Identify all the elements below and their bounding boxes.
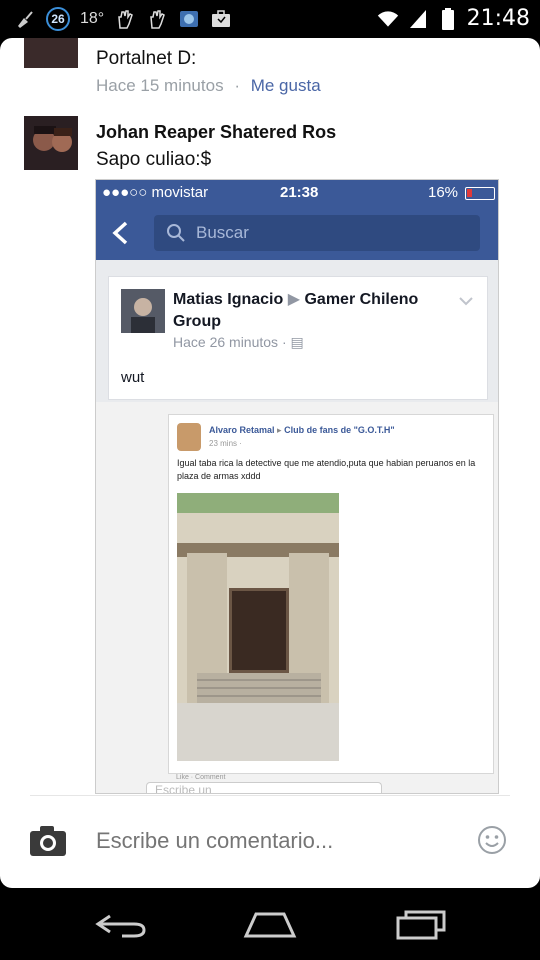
- inner-post: Alvaro Retamal ▸ Club de fans de "G.O.T.…: [168, 414, 494, 774]
- audience-icon: ▤: [290, 334, 304, 350]
- meta-separator: ·: [234, 76, 240, 95]
- status-bar: 26 18° 21:48: [0, 0, 540, 38]
- shared-screenshot: Alvaro Retamal ▸ Club de fans de "G.O.T.…: [96, 402, 498, 793]
- fb-header: ●●●○○ movistar 21:38 16% Buscar: [96, 180, 498, 260]
- inner-group: Club de fans de "G.O.T.H": [284, 425, 395, 435]
- navigation-bar: [0, 888, 540, 960]
- clock: 21:48: [466, 6, 530, 31]
- fb-post: Matias Ignacio ▶ Gamer Chileno Group Hac…: [108, 276, 488, 400]
- status-left: 26 18°: [14, 7, 232, 31]
- emoji-icon[interactable]: [477, 825, 507, 855]
- briefcase-icon: [210, 8, 232, 30]
- recent-apps-icon[interactable]: [392, 908, 448, 940]
- avatar[interactable]: [24, 116, 78, 170]
- home-icon[interactable]: [242, 908, 298, 940]
- post-arrow: ▶: [287, 291, 301, 308]
- broom-icon: [14, 8, 36, 30]
- carrier-label: ●●●○○ movistar: [102, 184, 209, 201]
- ios-clock: 21:38: [280, 184, 319, 201]
- inner-avatar: [177, 423, 201, 451]
- hand-icon: [146, 8, 168, 30]
- back-icon[interactable]: [94, 908, 150, 940]
- inner-text: Igual taba rica la detective que me aten…: [177, 458, 476, 481]
- inner-comment-box: Escribe un: [146, 782, 382, 793]
- search-placeholder: Buscar: [196, 223, 249, 242]
- comment-text: Sapo culiao:$: [96, 149, 212, 170]
- hand-icon: [114, 8, 136, 30]
- comment-author[interactable]: Johan Reaper Shatered Ros: [96, 122, 336, 143]
- notification-count-badge: 26: [46, 7, 70, 31]
- divider: [30, 795, 510, 796]
- battery-icon: [437, 7, 459, 30]
- search-field: Buscar: [154, 215, 480, 251]
- comments-sheet: Portalnet D: Hace 15 minutos · Me gusta …: [0, 38, 540, 888]
- like-button[interactable]: Me gusta: [251, 76, 321, 95]
- comment-meta: Hace 15 minutos · Me gusta: [96, 76, 321, 96]
- building-photo: [177, 493, 339, 761]
- inner-footer: Like · Comment: [176, 774, 226, 781]
- status-right: 21:48: [377, 6, 530, 31]
- inner-author: Alvaro Retamal: [209, 425, 275, 435]
- comment-item: Portalnet D:: [96, 48, 196, 70]
- post-title: Matias Ignacio ▶ Gamer Chileno Group: [173, 289, 463, 333]
- battery-icon: [465, 187, 495, 200]
- inner-time: 23 mins ·: [209, 439, 242, 448]
- ios-status-bar: ●●●○○ movistar 21:38 16%: [102, 184, 495, 202]
- screen: 26 18° 21:48 Portalnet D: Hace 15 minuto…: [0, 0, 540, 960]
- camera-icon[interactable]: [28, 824, 68, 858]
- temperature-label: 18°: [80, 10, 105, 27]
- battery-percent: 16%: [428, 184, 459, 201]
- post-author: Matias Ignacio: [173, 291, 284, 308]
- globe-icon: [178, 8, 200, 30]
- search-icon: [167, 224, 185, 242]
- signal-icon: [407, 8, 429, 30]
- post-body: wut: [121, 369, 145, 386]
- comment-author[interactable]: Portalnet D:: [96, 48, 196, 70]
- comment-composer: [0, 808, 540, 874]
- comment-time: Hace 15 minutos: [96, 76, 224, 95]
- back-chevron-icon: [112, 221, 128, 245]
- post-time-text: Hace 26 minutos ·: [173, 334, 287, 350]
- post-time: Hace 26 minutos · ▤: [173, 334, 304, 351]
- avatar[interactable]: [24, 38, 78, 68]
- chevron-down-icon: [459, 293, 473, 309]
- comment-image[interactable]: ●●●○○ movistar 21:38 16% Buscar Matias I…: [95, 179, 499, 794]
- inner-arrow: ▸: [277, 425, 282, 435]
- post-avatar: [121, 289, 165, 333]
- comment-input[interactable]: [96, 826, 456, 856]
- inner-post-title: Alvaro Retamal ▸ Club de fans de "G.O.T.…: [209, 425, 395, 436]
- wifi-icon: [377, 8, 399, 30]
